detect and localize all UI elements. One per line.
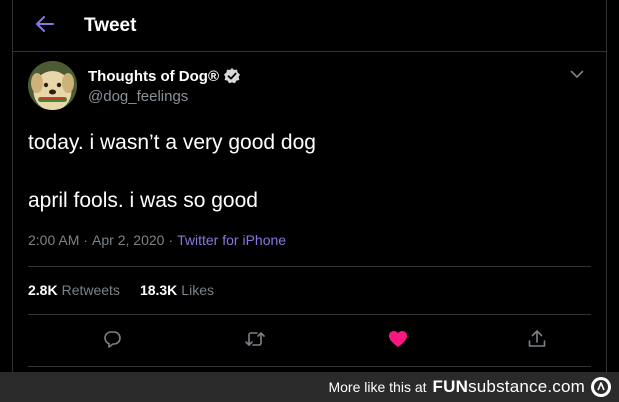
tweet-text-line: april fools. i was so good [28, 189, 258, 212]
tweet-text-line: today. i wasn’t a very good dog [28, 131, 316, 154]
reply-icon [102, 329, 122, 354]
tweet-detail-panel: Tweet Thoughts of Dog® @dog_feelings tod… [12, 0, 607, 372]
chevron-down-icon [570, 66, 584, 84]
likes-count: 18.3K [139, 282, 178, 298]
divider [28, 366, 591, 367]
author-name-row: Thoughts of Dog® [88, 67, 241, 85]
tweet-actions [28, 328, 591, 354]
divider [28, 314, 591, 315]
watermark-footer: More like this at FUNsubstance.com [0, 372, 619, 402]
likes-stat[interactable]: 18.3K Likes [140, 282, 214, 298]
funsubstance-logo-icon [591, 377, 611, 397]
retweets-stat[interactable]: 2.8K Retweets [28, 282, 120, 298]
retweet-button[interactable] [242, 328, 268, 354]
heart-icon [388, 330, 408, 353]
retweet-icon [244, 329, 266, 354]
tweet-metadata: 2:00 AM · Apr 2, 2020 · Twitter for iPho… [28, 232, 286, 248]
like-button[interactable] [385, 328, 411, 354]
avatar[interactable] [28, 61, 77, 110]
brand-logo-text[interactable]: FUNsubstance.com [433, 377, 585, 397]
tweet-text: today. i wasn’t a very good dog april fo… [28, 128, 591, 215]
meta-separator: · [83, 232, 89, 248]
page-header: Tweet [13, 0, 606, 52]
likes-label: Likes [181, 282, 214, 298]
page-title: Tweet [84, 15, 137, 36]
retweets-count: 2.8K [28, 282, 58, 298]
brand-bold: FUN [432, 377, 469, 396]
tweet-date[interactable]: Apr 2, 2020 [92, 232, 164, 248]
author-handle[interactable]: @dog_feelings [88, 88, 188, 105]
tweet-stats: 2.8K Retweets 18.3K Likes [28, 282, 214, 298]
share-icon [527, 329, 547, 354]
verified-badge-icon [223, 67, 241, 85]
tweet-time[interactable]: 2:00 AM [28, 232, 79, 248]
reply-button[interactable] [99, 328, 125, 354]
arrow-left-icon [36, 15, 54, 37]
share-button[interactable] [524, 328, 550, 354]
more-options-button[interactable] [567, 65, 587, 85]
retweets-label: Retweets [61, 282, 120, 298]
tweet-author: Thoughts of Dog® @dog_feelings [28, 59, 591, 113]
tweet-source-link[interactable]: Twitter for iPhone [177, 232, 286, 248]
meta-separator: · [168, 232, 174, 248]
footer-text: More like this at [328, 379, 427, 395]
author-display-name[interactable]: Thoughts of Dog® [88, 68, 219, 85]
divider [28, 266, 591, 267]
brand-rest: substance.com [468, 377, 585, 396]
back-button[interactable] [31, 12, 59, 40]
